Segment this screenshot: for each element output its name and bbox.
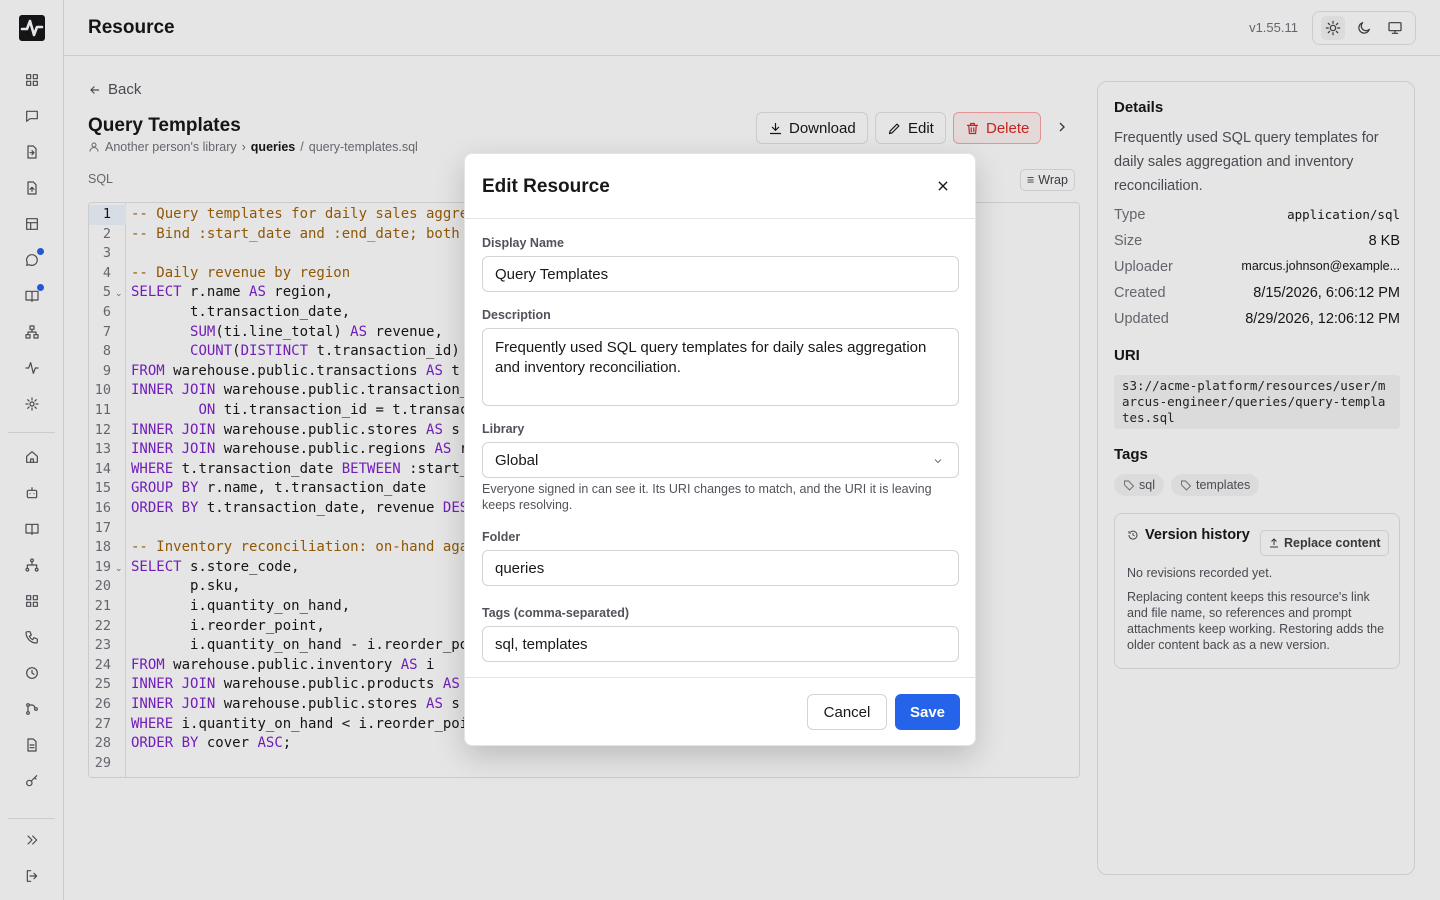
chevron-down-icon xyxy=(934,459,942,464)
cancel-button[interactable]: Cancel xyxy=(807,694,887,730)
description-label: Description xyxy=(482,308,551,322)
save-button[interactable]: Save xyxy=(895,694,960,730)
close-icon[interactable] xyxy=(933,176,953,196)
description-textarea[interactable]: Frequently used SQL query templates for … xyxy=(482,328,959,406)
library-help-text: Everyone signed in can see it. Its URI c… xyxy=(482,482,932,512)
dialog-divider xyxy=(465,218,975,219)
library-select[interactable]: Global xyxy=(482,442,959,478)
dialog-divider xyxy=(465,677,975,678)
display-name-input[interactable]: Query Templates xyxy=(482,256,959,292)
tags-input[interactable]: sql, templates xyxy=(482,626,959,662)
folder-input[interactable]: queries xyxy=(482,550,959,586)
edit-resource-dialog: Edit Resource Display Name Query Templat… xyxy=(464,153,976,746)
library-value: Global xyxy=(495,451,539,469)
display-name-label: Display Name xyxy=(482,236,564,250)
folder-label: Folder xyxy=(482,530,521,544)
dialog-title: Edit Resource xyxy=(482,176,610,197)
tags-label: Tags (comma-separated) xyxy=(482,606,630,620)
library-label: Library xyxy=(482,422,525,436)
